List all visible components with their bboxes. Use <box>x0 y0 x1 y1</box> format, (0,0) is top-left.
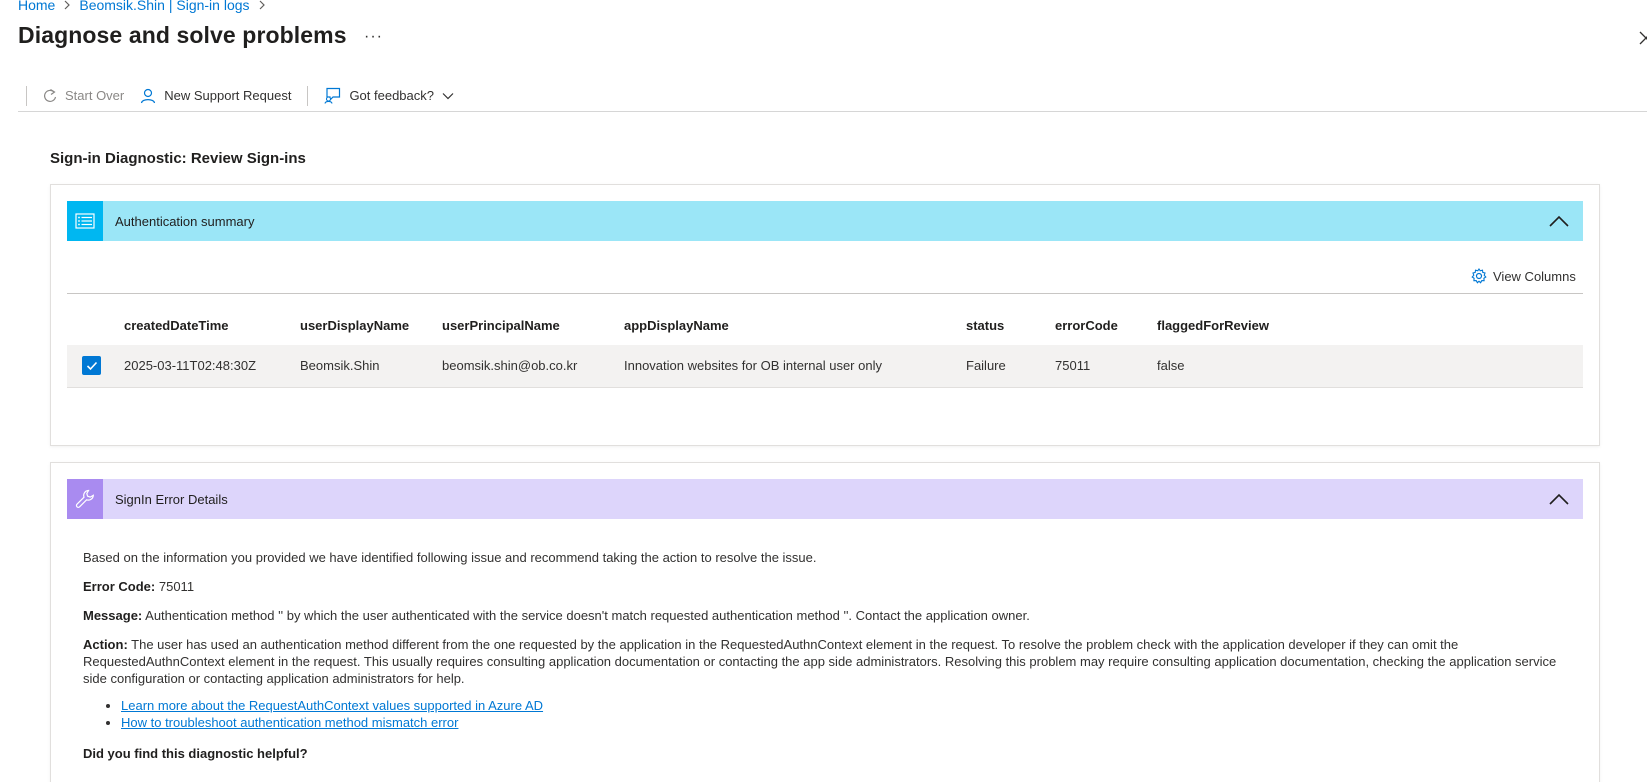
authentication-summary-header[interactable]: Authentication summary <box>67 201 1583 241</box>
command-bar: Start Over New Support Request Got feedb… <box>18 80 1647 112</box>
sign-ins-table: createdDateTime userDisplayName userPrin… <box>67 305 1583 388</box>
view-columns-label: View Columns <box>1493 268 1576 284</box>
section-heading: Sign-in Diagnostic: Review Sign-ins <box>50 150 306 167</box>
intro-text: Based on the information you provided we… <box>83 550 817 565</box>
message-label: Message: <box>83 608 143 623</box>
start-over-button[interactable]: Start Over <box>35 80 132 112</box>
cell-status: Failure <box>966 345 1055 388</box>
column-header-errorCode[interactable]: errorCode <box>1055 305 1157 345</box>
cell-flaggedForReview: false <box>1157 345 1583 388</box>
got-feedback-button[interactable]: Got feedback? <box>316 80 462 112</box>
more-options-button[interactable]: ··· <box>364 28 383 46</box>
troubleshoot-mismatch-link[interactable]: How to troubleshoot authentication metho… <box>121 715 458 730</box>
message-text: Authentication method '' by which the us… <box>145 608 1030 623</box>
chevron-right-icon <box>63 0 71 10</box>
request-auth-context-link[interactable]: Learn more about the RequestAuthContext … <box>121 698 543 713</box>
column-header-appDisplayName[interactable]: appDisplayName <box>624 305 966 345</box>
signin-error-details-header[interactable]: SignIn Error Details <box>67 479 1583 519</box>
breadcrumb-home-link[interactable]: Home <box>18 0 55 13</box>
error-code-label: Error Code: <box>83 579 156 594</box>
table-divider <box>67 293 1583 294</box>
action-label: Action: <box>83 637 128 652</box>
list-item: How to troubleshoot authentication metho… <box>121 714 1563 731</box>
new-support-request-label: New Support Request <box>164 88 292 103</box>
error-details-body: Based on the information you provided we… <box>83 549 1563 774</box>
wrench-icon <box>67 479 103 519</box>
row-checkbox-cell <box>67 345 124 388</box>
list-item: Learn more about the RequestAuthContext … <box>121 697 1563 714</box>
chevron-down-icon <box>442 92 454 99</box>
gear-icon <box>1471 268 1487 284</box>
checkbox-column-header <box>67 305 124 345</box>
action-text: The user has used an authentication meth… <box>83 637 1557 686</box>
start-over-label: Start Over <box>65 88 125 103</box>
row-checkbox[interactable] <box>82 356 101 376</box>
column-header-status[interactable]: status <box>966 305 1055 345</box>
column-header-userDisplayName[interactable]: userDisplayName <box>300 305 442 345</box>
helpful-question: Did you find this diagnostic helpful? <box>83 746 308 761</box>
cell-createdDateTime: 2025-03-11T02:48:30Z <box>124 345 300 388</box>
error-code-value: 75011 <box>158 579 195 594</box>
chevron-right-icon <box>258 0 266 10</box>
chevron-up-icon[interactable] <box>1549 490 1569 508</box>
signin-error-details-card: SignIn Error Details Based on the inform… <box>50 462 1600 782</box>
column-header-userPrincipalName[interactable]: userPrincipalName <box>442 305 624 345</box>
cell-userPrincipalName: beomsik.shin@ob.co.kr <box>442 345 624 388</box>
table-header-row: createdDateTime userDisplayName userPrin… <box>67 305 1583 345</box>
table-row[interactable]: 2025-03-11T02:48:30Z Beomsik.Shin beomsi… <box>67 345 1583 388</box>
toolbar-divider <box>307 85 309 106</box>
signin-error-details-title: SignIn Error Details <box>115 491 228 507</box>
message-line: Message: Authentication method '' by whi… <box>83 607 1563 624</box>
cell-errorCode: 75011 <box>1055 345 1157 388</box>
authentication-summary-title: Authentication summary <box>115 213 255 229</box>
view-columns-button[interactable]: View Columns <box>1471 268 1576 284</box>
cell-userDisplayName: Beomsik.Shin <box>300 345 442 388</box>
authentication-summary-card: Authentication summary View Columns crea… <box>50 184 1600 446</box>
chevron-up-icon[interactable] <box>1549 212 1569 230</box>
cell-appDisplayName: Innovation websites for OB internal user… <box>624 345 966 388</box>
column-header-flaggedForReview[interactable]: flaggedForReview <box>1157 305 1583 345</box>
column-header-createdDateTime[interactable]: createdDateTime <box>124 305 300 345</box>
list-icon <box>67 201 103 241</box>
error-code-line: Error Code: 75011 <box>83 578 1563 595</box>
toolbar-divider <box>26 85 27 106</box>
breadcrumb: Home Beomsik.Shin | Sign-in logs <box>18 0 274 13</box>
new-support-request-button[interactable]: New Support Request <box>132 80 299 112</box>
close-icon[interactable] <box>1638 30 1647 46</box>
refresh-icon <box>44 88 57 102</box>
action-line: Action: The user has used an authenticat… <box>83 636 1563 687</box>
page-title: Diagnose and solve problems <box>18 22 347 48</box>
person-support-icon <box>141 88 156 103</box>
checkmark-icon <box>86 361 97 370</box>
breadcrumb-sign-in-logs-link[interactable]: Beomsik.Shin | Sign-in logs <box>79 0 249 13</box>
feedback-icon <box>324 87 341 104</box>
got-feedback-label: Got feedback? <box>349 88 434 103</box>
help-links-list: Learn more about the RequestAuthContext … <box>121 697 1563 731</box>
